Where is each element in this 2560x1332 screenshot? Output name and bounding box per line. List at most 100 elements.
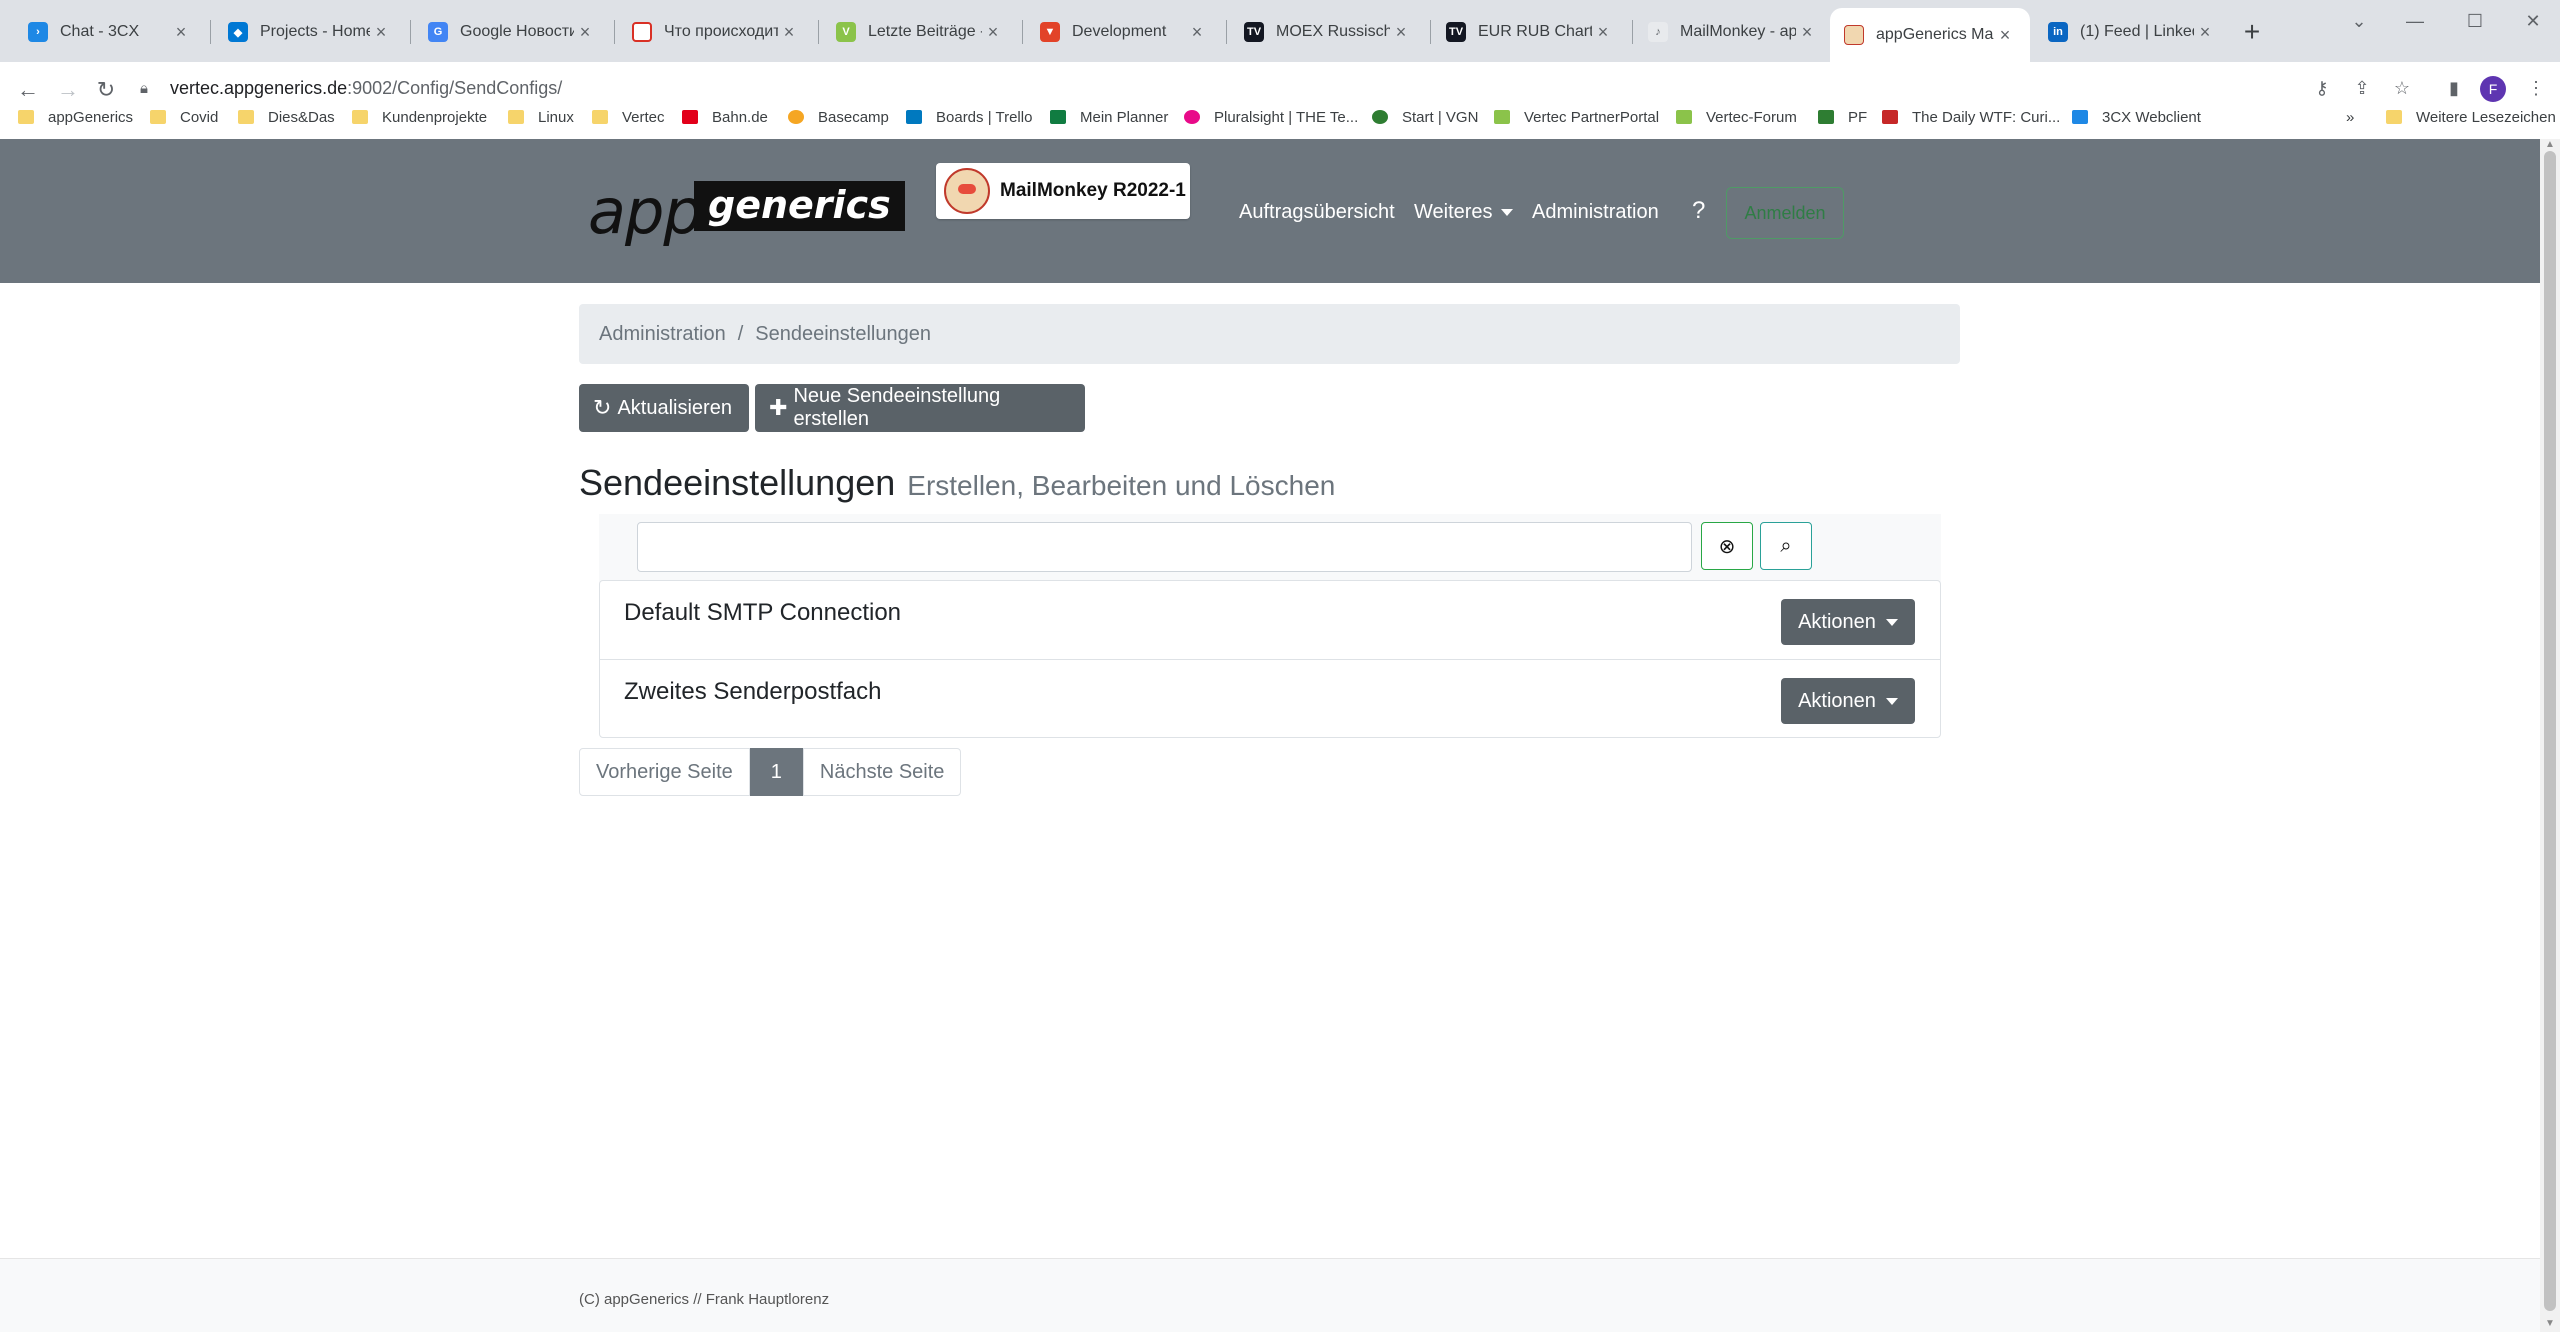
actions-dropdown-button[interactable]: Aktionen [1781, 599, 1915, 645]
close-icon[interactable]: × [2194, 21, 2216, 43]
reload-icon[interactable]: ↻ [90, 74, 122, 106]
share-icon[interactable]: ⇪ [2348, 74, 2376, 102]
close-icon[interactable]: × [1186, 21, 1208, 43]
bookmark[interactable]: Boards | Trello [906, 104, 1032, 130]
close-icon[interactable]: × [1994, 24, 2016, 46]
browser-tab[interactable]: ▼ Development × [1026, 10, 1222, 54]
close-icon[interactable]: × [370, 21, 392, 43]
browser-tab[interactable]: in (1) Feed | LinkedIn × [2034, 10, 2230, 54]
bookmark[interactable]: Vertec-Forum [1676, 104, 1797, 130]
browser-tab[interactable]: TV MOEX Russischer × [1230, 10, 1426, 54]
tab-search-icon[interactable]: ⌄ [2344, 6, 2374, 36]
brand-badge[interactable]: MailMonkey R2022-1 [936, 163, 1190, 219]
close-icon[interactable]: × [1796, 21, 1818, 43]
tab-strip: › Chat - 3CX × ◆ Projects - Home × G Goo… [0, 0, 2560, 62]
folder-icon [592, 110, 608, 124]
back-icon[interactable]: ← [12, 74, 44, 106]
tab-title: MailMonkey - app [1680, 23, 1796, 40]
vgn-icon [1372, 110, 1388, 124]
bookmark[interactable]: The Daily WTF: Curi... [1882, 104, 2060, 130]
other-bookmarks[interactable]: Weitere Lesezeichen [2386, 104, 2556, 130]
gitlab-icon: ▼ [1040, 22, 1060, 42]
tradingview-icon: TV [1244, 22, 1264, 42]
bookmark[interactable]: appGenerics [18, 104, 133, 130]
folder-icon [2386, 110, 2402, 124]
star-icon[interactable]: ☆ [2388, 74, 2416, 102]
close-icon[interactable]: × [1592, 21, 1614, 43]
nav-orders[interactable]: Auftragsübersicht [1239, 201, 1395, 224]
breadcrumb-administration[interactable]: Administration [599, 323, 726, 346]
browser-tab[interactable]: › Chat - 3CX × [14, 10, 206, 54]
caret-down-icon [1885, 697, 1898, 705]
bookmarks-overflow[interactable]: » [2346, 104, 2354, 130]
browser-tab-active[interactable]: appGenerics Maill × [1830, 8, 2030, 62]
browser-tab[interactable]: Что происходит п × [618, 10, 814, 54]
profile-avatar[interactable]: F [2480, 76, 2506, 102]
browser-tab[interactable]: ♪ MailMonkey - app × [1634, 10, 1832, 54]
tab-title: Development [1072, 23, 1167, 40]
browser-tab[interactable]: ◆ Projects - Home × [214, 10, 406, 54]
bookmark[interactable]: PF [1818, 104, 1867, 130]
search-button[interactable]: ⌕ [1760, 522, 1812, 570]
forward-icon[interactable]: → [52, 74, 84, 106]
bookmark[interactable]: Mein Planner [1050, 104, 1168, 130]
db-icon [682, 110, 698, 124]
bookmark[interactable]: Dies&Das [238, 104, 335, 130]
list-item-name: Zweites Senderpostfach [624, 678, 882, 705]
create-send-config-button[interactable]: ✚ Neue Sendeeinstellung erstellen [755, 384, 1085, 432]
close-icon[interactable]: × [1390, 21, 1412, 43]
page-scrollbar[interactable]: ▲ ▼ [2540, 139, 2560, 1332]
mailmonkey-mascot-icon [944, 168, 990, 214]
menu-icon[interactable]: ⋮ [2522, 74, 2550, 102]
scroll-up-icon[interactable]: ▲ [2544, 139, 2556, 151]
bookmarks-bar: appGenerics Covid Dies&Das Kundenprojekt… [0, 104, 2560, 132]
bookmark[interactable]: Bahn.de [682, 104, 768, 130]
folder-icon [238, 110, 254, 124]
close-icon[interactable]: × [778, 21, 800, 43]
tradingview-icon: TV [1446, 22, 1466, 42]
bookmark[interactable]: Basecamp [788, 104, 889, 130]
3cx-icon [2072, 110, 2088, 124]
scrollbar-thumb[interactable] [2544, 151, 2556, 1311]
bookmark[interactable]: Linux [508, 104, 574, 130]
clear-search-button[interactable]: ⊗ [1701, 522, 1753, 570]
browser-tab[interactable]: V Letzte Beiträge - V × [822, 10, 1018, 54]
clear-circle-icon: ⊗ [1718, 535, 1736, 558]
close-icon[interactable]: × [170, 21, 192, 43]
browser-tab[interactable]: TV EUR RUB Chart - E × [1432, 10, 1628, 54]
brand-name: MailMonkey R2022-1 [1000, 180, 1186, 201]
close-window-icon[interactable]: ✕ [2518, 6, 2548, 36]
nav-administration[interactable]: Administration [1532, 201, 1659, 224]
bookmark[interactable]: 3CX Webclient [2072, 104, 2201, 130]
bookmark[interactable]: Vertec [592, 104, 665, 130]
list-item[interactable]: Zweites Senderpostfach Aktionen [600, 659, 1940, 737]
refresh-button[interactable]: ↻ Aktualisieren [579, 384, 749, 432]
new-tab-button[interactable]: + [2236, 16, 2268, 48]
help-icon[interactable]: ? [1692, 197, 1705, 225]
page-1-button[interactable]: 1 [749, 748, 803, 796]
bookmark[interactable]: Covid [150, 104, 218, 130]
actions-dropdown-button[interactable]: Aktionen [1781, 678, 1915, 724]
list-item[interactable]: Default SMTP Connection Aktionen [600, 581, 1940, 659]
address-bar[interactable]: 🔒︎ vertec.appgenerics.de:9002/Config/Sen… [140, 72, 562, 104]
side-panel-icon[interactable]: ▮ [2440, 74, 2468, 102]
key-icon[interactable]: ⚷ [2308, 74, 2336, 102]
nav-more-dropdown[interactable]: Weiteres [1414, 201, 1513, 224]
caret-down-icon [1500, 209, 1513, 217]
minimize-icon[interactable]: — [2400, 6, 2430, 36]
close-icon[interactable]: × [982, 21, 1004, 43]
close-icon[interactable]: × [574, 21, 596, 43]
browser-tab[interactable]: G Google Новости × [414, 10, 610, 54]
next-page-button[interactable]: Nächste Seite [802, 748, 962, 796]
page-subtitle: Erstellen, Bearbeiten und Löschen [907, 470, 1336, 501]
scroll-down-icon[interactable]: ▼ [2544, 1318, 2556, 1330]
login-button[interactable]: Anmelden [1726, 187, 1844, 239]
bookmark[interactable]: Kundenprojekte [352, 104, 487, 130]
bookmark[interactable]: Vertec PartnerPortal [1494, 104, 1659, 130]
pluralsight-icon [1184, 110, 1200, 124]
maximize-icon[interactable]: ☐ [2460, 6, 2490, 36]
bookmark[interactable]: Pluralsight | THE Te... [1184, 104, 1358, 130]
prev-page-button[interactable]: Vorherige Seite [579, 748, 750, 796]
search-input[interactable] [637, 522, 1692, 572]
bookmark[interactable]: Start | VGN [1372, 104, 1478, 130]
